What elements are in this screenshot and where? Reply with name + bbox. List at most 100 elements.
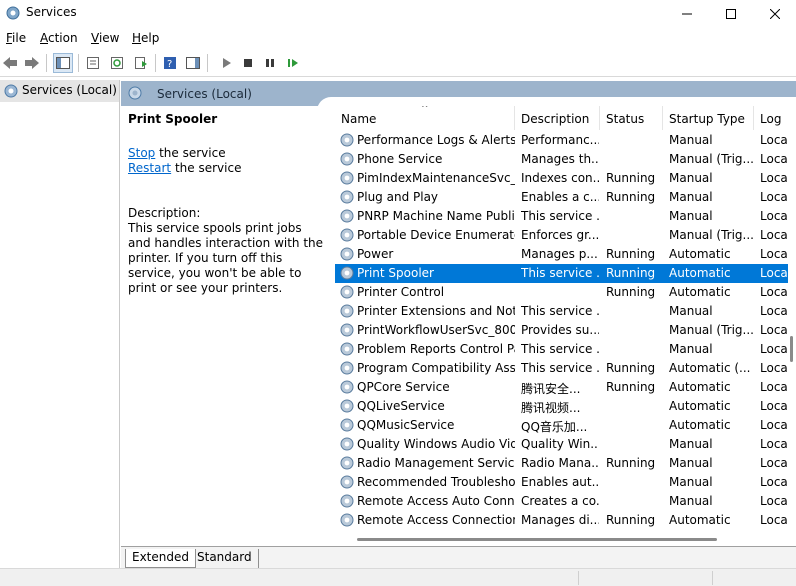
service-description: Enables aut... <box>521 475 599 489</box>
service-log-on-as: Loca <box>760 304 788 318</box>
table-row[interactable]: Radio Management Service Radio Mana... Run… <box>335 454 788 473</box>
service-description: Indexes con... <box>521 171 599 185</box>
table-row[interactable]: QQMusicService QQ音乐加... Automatic Loca <box>335 416 788 435</box>
horizontal-scroll-thumb[interactable] <box>357 538 717 541</box>
service-name: QQMusicService <box>357 418 455 432</box>
table-row[interactable]: PrintWorkflowUserSvc_8003d Provides su...… <box>335 321 788 340</box>
service-startup-type: Manual <box>669 475 713 489</box>
service-description: 腾讯安全... <box>521 382 581 396</box>
service-status: Running <box>606 361 656 375</box>
service-startup-type: Automatic <box>669 513 731 527</box>
table-row[interactable]: Print Spooler This service ... Running Auto… <box>335 264 788 283</box>
service-description: Manages p... <box>521 247 598 261</box>
service-description: 腾讯视频... <box>521 401 581 415</box>
table-row[interactable]: Portable Device Enumerator... Enforces gr… <box>335 226 788 245</box>
close-icon <box>770 8 780 19</box>
service-startup-type: Manual <box>669 133 713 147</box>
table-row[interactable]: Plug and Play Enables a c... Running Manual… <box>335 188 788 207</box>
table-row[interactable]: Phone Service Manages th... Manual (Trig..… <box>335 150 788 169</box>
table-row[interactable]: QQLiveService 腾讯视频... Automatic Loca <box>335 397 788 416</box>
close-button[interactable] <box>752 0 796 27</box>
gear-icon <box>5 5 21 21</box>
menu-help[interactable]: Help <box>132 31 159 45</box>
table-row[interactable]: Problem Reports Control Pa... This servic… <box>335 340 788 359</box>
service-log-on-as: Loca <box>760 247 788 261</box>
action-pane-icon[interactable] <box>183 53 203 73</box>
service-startup-type: Manual <box>669 342 713 356</box>
gear-icon <box>339 246 355 262</box>
service-name: Print Spooler <box>357 266 434 280</box>
service-name: Printer Extensions and Notif... <box>357 304 515 318</box>
service-log-on-as: Loca <box>760 228 788 242</box>
header-title: Services (Local) <box>157 87 252 101</box>
service-log-on-as: Loca <box>760 437 788 451</box>
start-service-icon[interactable] <box>216 53 236 73</box>
service-log-on-as: Loca <box>760 152 788 166</box>
stop-service-icon[interactable] <box>238 53 258 73</box>
service-name: Remote Access Connection... <box>357 513 515 527</box>
export-list-icon[interactable] <box>131 53 151 73</box>
table-row[interactable]: PNRP Machine Name Publi... This service .… <box>335 207 788 226</box>
stop-service-link[interactable]: Stop <box>128 146 155 160</box>
service-status: Running <box>606 266 656 280</box>
vertical-scrollbar[interactable] <box>788 106 796 536</box>
menu-view[interactable]: View <box>91 31 119 45</box>
service-description: This service ... <box>521 209 599 223</box>
table-row[interactable]: Quality Windows Audio Vid... Quality Win.… <box>335 435 788 454</box>
gear-icon <box>339 303 355 319</box>
refresh-icon[interactable] <box>107 53 127 73</box>
service-log-on-as: Loca <box>760 513 788 527</box>
service-name: Printer Control <box>357 285 445 299</box>
table-row[interactable]: Performance Logs & Alerts Performanc... Ma… <box>335 131 788 150</box>
service-description: Enforces gr... <box>521 228 599 242</box>
menu-action[interactable]: Action <box>40 31 78 45</box>
table-row[interactable]: PimIndexMaintenanceSvc_... Indexes con...… <box>335 169 788 188</box>
column-header-log-on-as[interactable]: Log <box>754 106 788 130</box>
tree-item-services-local[interactable]: Services (Local) <box>0 80 119 102</box>
help-icon[interactable]: ? <box>160 53 180 73</box>
service-description: Radio Mana... <box>521 456 599 470</box>
column-header-startup-type[interactable]: Startup Type <box>663 106 754 130</box>
service-status: Running <box>606 190 656 204</box>
horizontal-scrollbar[interactable] <box>335 536 788 544</box>
gear-icon <box>339 398 355 414</box>
table-row[interactable]: Power Manages p... Running Automatic Loca <box>335 245 788 264</box>
table-row[interactable]: Printer Extensions and Notif... This serv… <box>335 302 788 321</box>
service-details-panel: Print Spooler Stop the service Restart t… <box>121 106 325 546</box>
minimize-button[interactable] <box>664 0 710 27</box>
menu-file[interactable]: File <box>6 31 26 45</box>
column-header-description[interactable]: Description <box>515 106 600 130</box>
column-header-status[interactable]: Status <box>600 106 663 130</box>
column-header-name[interactable]: Name ^ <box>335 106 515 130</box>
vertical-scroll-thumb[interactable] <box>790 336 793 362</box>
service-startup-type: Automatic <box>669 399 731 413</box>
service-log-on-as: Loca <box>760 361 788 375</box>
restart-service-link[interactable]: Restart <box>128 161 171 175</box>
pause-service-icon[interactable] <box>260 53 280 73</box>
service-description: This service ... <box>521 361 599 375</box>
service-description: Performanc... <box>521 133 599 147</box>
service-startup-type: Automatic <box>669 285 731 299</box>
description-label: Description: <box>128 206 201 220</box>
properties-icon[interactable] <box>83 53 103 73</box>
show-hide-console-tree-icon[interactable] <box>53 53 73 73</box>
service-log-on-as: Loca <box>760 133 788 147</box>
tab-standard[interactable]: Standard <box>191 549 259 568</box>
table-row[interactable]: Recommended Troublesho... Enables aut... M… <box>335 473 788 492</box>
table-row[interactable]: Remote Access Connection... Manages di...… <box>335 511 788 530</box>
service-startup-type: Manual <box>669 494 713 508</box>
maximize-button[interactable] <box>708 0 754 27</box>
back-icon[interactable] <box>0 53 20 73</box>
service-status: Running <box>606 171 656 185</box>
table-row[interactable]: Printer Control Running Automatic Loca <box>335 283 788 302</box>
service-status: Running <box>606 456 656 470</box>
table-row[interactable]: Program Compatibility Assi... This servic… <box>335 359 788 378</box>
forward-icon[interactable] <box>22 53 42 73</box>
table-row[interactable]: QPCore Service 腾讯安全... Running Automatic Loc… <box>335 378 788 397</box>
service-startup-type: Automatic (... <box>669 361 751 375</box>
service-status: Running <box>606 247 656 261</box>
resume-service-icon[interactable] <box>283 53 303 73</box>
table-row[interactable]: Remote Access Auto Conne... Creates a co.… <box>335 492 788 511</box>
tab-extended[interactable]: Extended <box>125 549 196 568</box>
service-log-on-as: Loca <box>760 190 788 204</box>
